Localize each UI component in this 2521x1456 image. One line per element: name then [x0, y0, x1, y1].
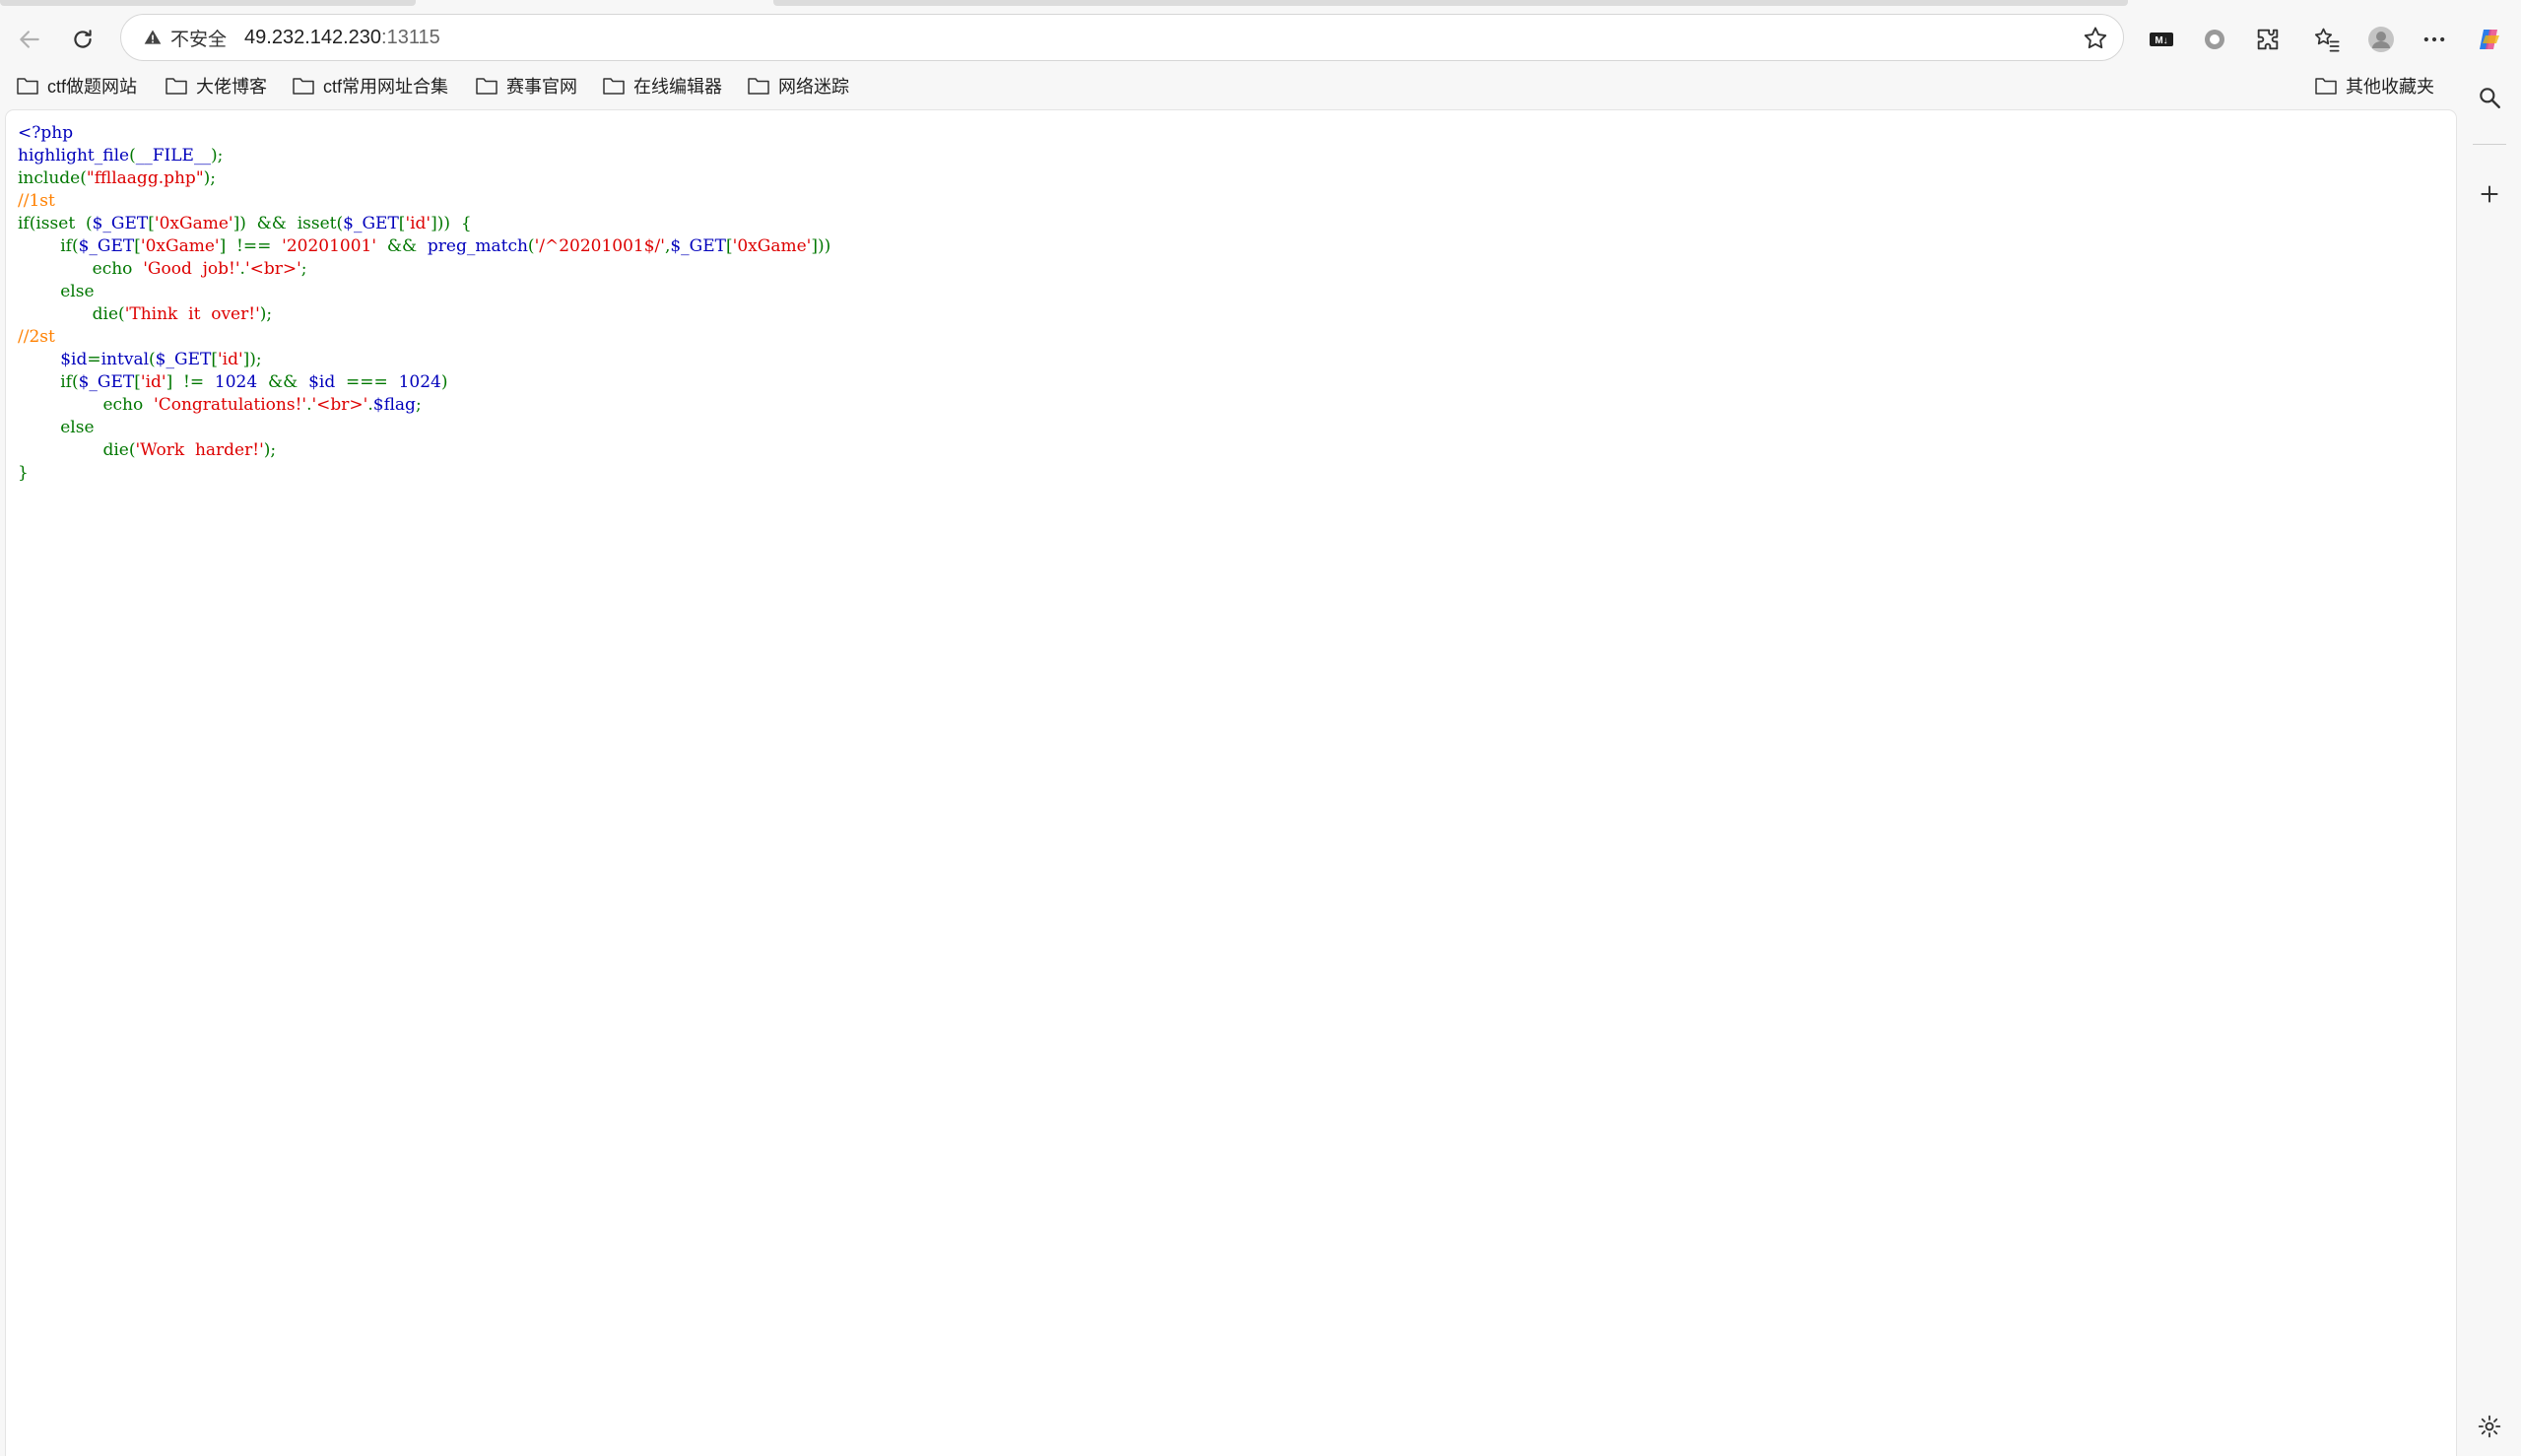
other-bookmarks-label: 其他收藏夹	[2346, 77, 2434, 97]
markdown-icon: M↓	[2150, 33, 2173, 46]
url-port: :13115	[381, 26, 440, 48]
favorites-icon	[2314, 28, 2340, 52]
address-bar[interactable]: 不安全 49.232.142.230:13115	[120, 14, 2124, 61]
record-icon	[2205, 30, 2224, 49]
security-label: 不安全	[170, 29, 228, 50]
svg-text:M↓: M↓	[2155, 35, 2167, 46]
code-line: echo 'Congratulations!'.'<br>'.$flag;	[102, 395, 422, 415]
search-icon	[2480, 88, 2500, 108]
php-source-code: <?php highlight_file(__FILE__); include("f…	[18, 122, 830, 485]
profile-icon	[2368, 27, 2394, 52]
bookmark-folder-5[interactable]: 网络迷踪	[747, 71, 849, 100]
folder-icon	[293, 78, 314, 95]
right-sidebar	[2457, 65, 2521, 1456]
bookmark-label: 在线编辑器	[633, 77, 722, 97]
code-line: die('Think it over!');	[92, 304, 273, 324]
star-icon[interactable]	[2082, 25, 2109, 52]
more-icon	[2423, 36, 2445, 42]
other-bookmarks-folder[interactable]: 其他收藏夹	[2314, 71, 2434, 100]
extensions-icon	[2257, 29, 2279, 50]
folder-icon	[166, 78, 187, 95]
add-icon	[2481, 185, 2498, 203]
code-line: echo 'Good job!'.'<br>';	[92, 259, 307, 279]
folder-icon	[17, 78, 38, 95]
bookmark-folder-3[interactable]: 赛事官网	[475, 71, 577, 100]
record-extension-button[interactable]	[2193, 18, 2236, 61]
code-line: //2st	[18, 327, 55, 347]
code-line: highlight_file(__FILE__);	[18, 146, 224, 165]
profile-button[interactable]	[2359, 18, 2403, 61]
sidebar-search-button[interactable]	[2471, 79, 2508, 116]
refresh-button[interactable]	[61, 18, 104, 61]
settings-icon	[2478, 1415, 2501, 1438]
security-indicator[interactable]: 不安全	[133, 20, 238, 55]
sidebar-add-button[interactable]	[2471, 175, 2508, 213]
bookmark-label: ctf做题网站	[47, 77, 138, 97]
page-content: <?php highlight_file(__FILE__); include("f…	[6, 110, 2456, 1456]
folder-icon	[748, 78, 769, 95]
copilot-button[interactable]	[2468, 18, 2511, 61]
code-line: include("ffllaagg.php");	[18, 168, 217, 188]
code-line: else	[60, 282, 95, 301]
code-line: if($_GET['0xGame'] !== '20201001' && pre…	[60, 236, 831, 256]
bookmark-label: ctf常用网址合集	[323, 77, 449, 97]
tab-next[interactable]	[773, 0, 2128, 6]
bookmark-label: 网络迷踪	[778, 77, 849, 97]
folder-icon	[2315, 78, 2337, 95]
back-icon	[20, 31, 39, 48]
more-button[interactable]	[2413, 18, 2456, 61]
code-line: //1st	[18, 191, 55, 211]
sidebar-settings-button[interactable]	[2471, 1408, 2508, 1445]
code-line: die('Work harder!');	[102, 440, 277, 460]
folder-icon	[476, 78, 498, 95]
folder-icon	[603, 78, 625, 95]
bookmark-folder-2[interactable]: ctf常用网址合集	[292, 71, 448, 100]
url-text[interactable]: 49.232.142.230:13115	[244, 27, 440, 49]
bookmark-folder-1[interactable]: 大佬博客	[165, 71, 267, 100]
bookmark-label: 大佬博客	[196, 77, 267, 97]
code-line: if(isset ($_GET['0xGame']) && isset($_GE…	[18, 214, 472, 233]
markdown-extension-button[interactable]: M↓	[2140, 18, 2183, 61]
url-host: 49.232.142.230	[244, 26, 382, 48]
warning-icon	[144, 30, 162, 44]
bookmark-folder-0[interactable]: ctf做题网站	[16, 71, 137, 100]
bookmark-folder-4[interactable]: 在线编辑器	[602, 71, 722, 100]
tab-previous[interactable]	[0, 0, 416, 6]
sidebar-divider	[2473, 144, 2506, 145]
code-line: }	[18, 463, 29, 483]
code-line: <?php	[18, 123, 74, 143]
back-button[interactable]	[8, 18, 51, 61]
copilot-icon	[2480, 30, 2499, 49]
refresh-icon	[74, 30, 92, 48]
code-line: else	[60, 418, 95, 437]
extensions-button[interactable]	[2246, 18, 2289, 61]
bookmark-label: 赛事官网	[506, 77, 577, 97]
bookmarks-bar: ctf做题网站 大佬博客 ctf常用网址合集 赛事官网 在线编辑器 网络迷踪 其…	[0, 65, 2521, 106]
tab-strip	[0, 0, 2521, 8]
browser-toolbar: 不安全 49.232.142.230:13115 M↓	[0, 8, 2521, 65]
favorites-button[interactable]	[2305, 18, 2349, 61]
code-line: if($_GET['id'] != 1024 && $id === 1024)	[60, 372, 448, 392]
code-line: $id=intval($_GET['id']);	[60, 350, 262, 369]
